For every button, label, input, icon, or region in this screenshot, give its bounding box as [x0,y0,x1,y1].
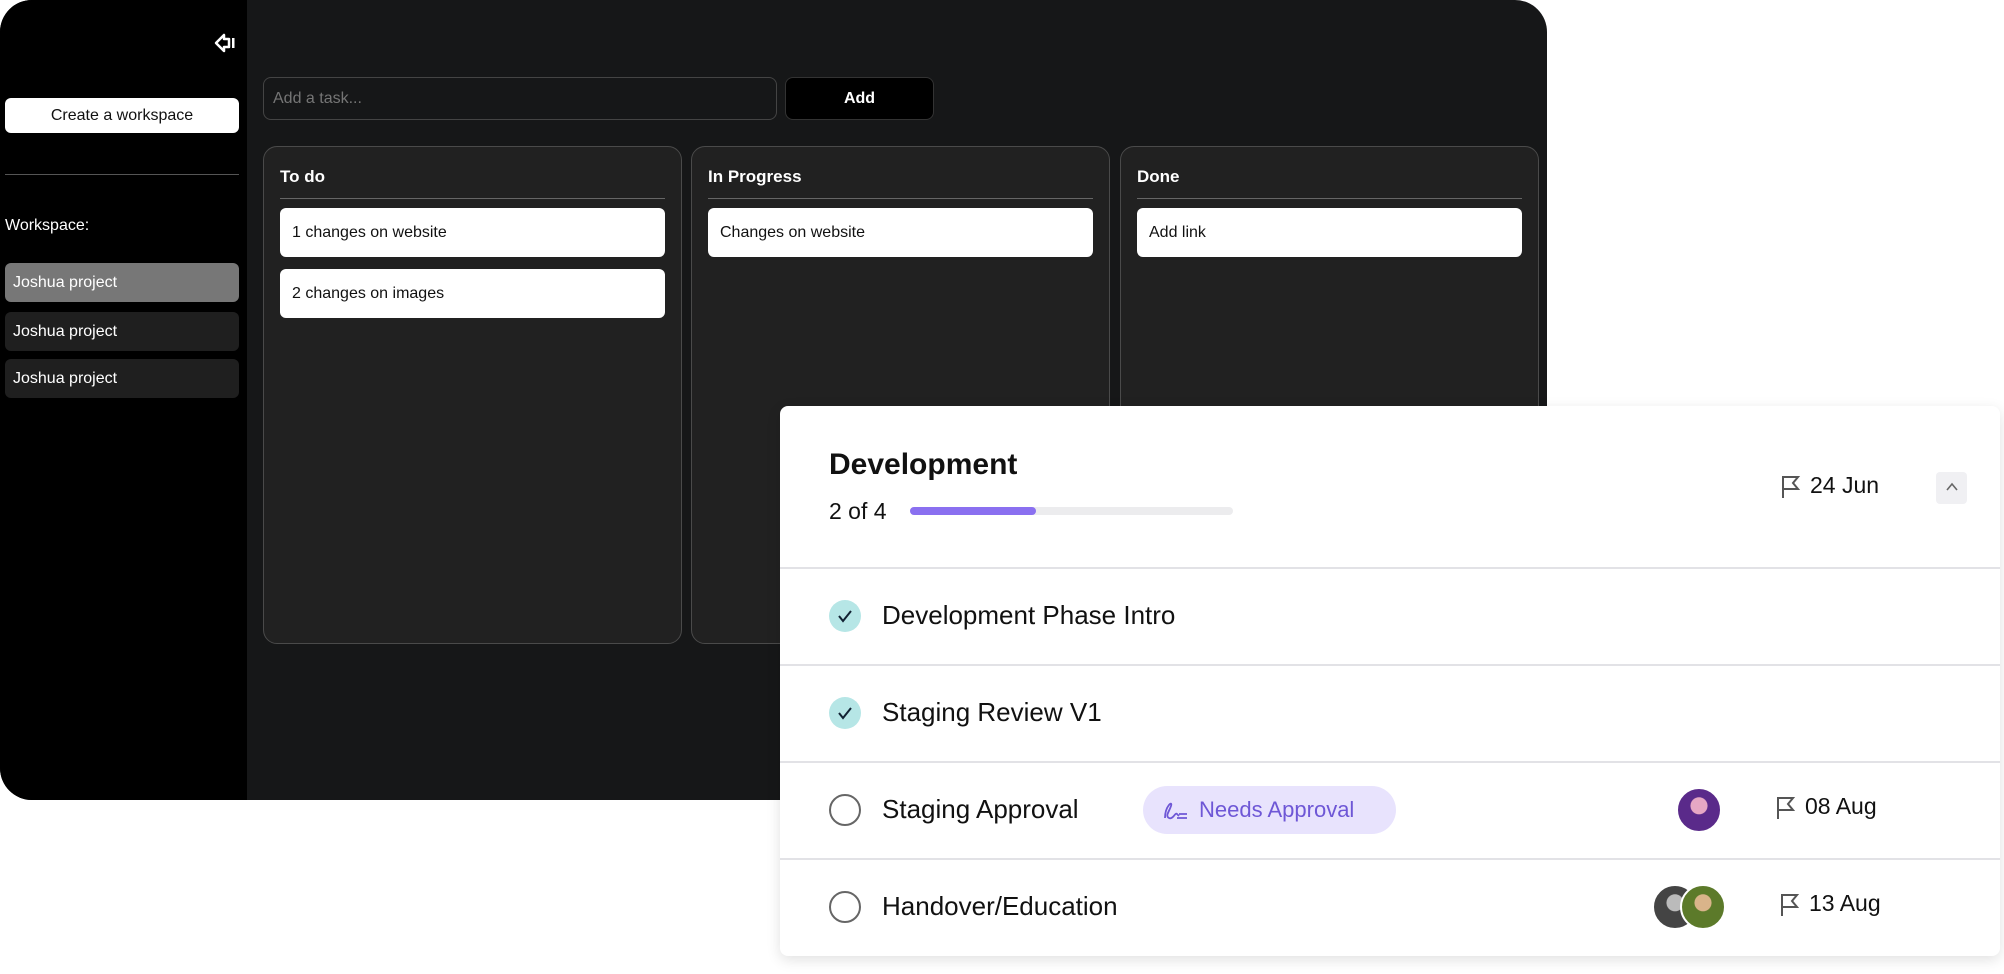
create-workspace-button[interactable]: Create a workspace [5,98,239,133]
collapse-sidebar-icon[interactable] [212,30,238,56]
add-task-button[interactable]: Add [785,77,934,120]
divider [708,198,1093,199]
signature-icon [1164,802,1187,820]
workspace-item[interactable]: Joshua project [5,312,239,351]
task-card[interactable]: 2 changes on images [280,269,665,318]
flag-icon [1782,475,1801,498]
development-panel: Development 2 of 4 24 Jun Development Ph… [780,406,2000,956]
flag-icon [1781,893,1800,916]
checked-circle-icon[interactable] [829,600,861,632]
empty-circle-icon[interactable] [829,794,861,826]
collapse-chevron-up-button[interactable] [1936,472,1967,504]
task-row[interactable]: Staging Review V1 [780,665,2000,761]
task-label: Staging Approval [882,794,1079,824]
task-card[interactable]: 1 changes on website [280,208,665,257]
workspace-label: Workspace: [5,217,90,234]
avatar[interactable] [1676,787,1722,833]
divider [280,198,665,199]
avatar[interactable] [1680,884,1726,930]
task-label: Development Phase Intro [882,600,1176,630]
column-title: In Progress [708,167,802,186]
workspace-item[interactable]: Joshua project [5,263,239,302]
due-date-text: 24 Jun [1810,472,1880,498]
progress-bar [910,507,1233,515]
workspace-item[interactable]: Joshua project [5,359,239,398]
flag-icon [1777,796,1796,819]
due-date: 24 Jun [1780,472,1879,499]
due-date-text: 08 Aug [1805,793,1877,819]
add-task-input[interactable] [263,77,777,120]
divider [5,174,239,175]
progress-fill [910,507,1036,515]
chevron-up-icon [1945,482,1958,491]
progress-count: 2 of 4 [829,498,887,524]
task-card[interactable]: Changes on website [708,208,1093,257]
task-label: Handover/Education [882,891,1118,921]
column-title: To do [280,167,325,186]
due-date-text: 13 Aug [1809,890,1881,916]
column-title: Done [1137,167,1180,186]
sidebar: Create a workspace Workspace: Joshua pro… [0,0,247,800]
needs-approval-badge: Needs Approval [1143,786,1396,834]
column-todo: To do 1 changes on website 2 changes on … [263,146,682,644]
task-row[interactable]: Development Phase Intro [780,568,2000,664]
checked-circle-icon[interactable] [829,697,861,729]
empty-circle-icon[interactable] [829,891,861,923]
task-row[interactable]: Staging Approval Needs Approval 08 Aug [780,762,2000,858]
divider [1137,198,1522,199]
due-date: 08 Aug [1775,793,1877,820]
badge-text: Needs Approval [1199,797,1355,822]
task-row[interactable]: Handover/Education 13 Aug [780,859,2000,955]
panel-title: Development [829,448,1018,481]
task-label: Staging Review V1 [882,697,1102,727]
task-card[interactable]: Add link [1137,208,1522,257]
due-date: 13 Aug [1779,890,1881,917]
